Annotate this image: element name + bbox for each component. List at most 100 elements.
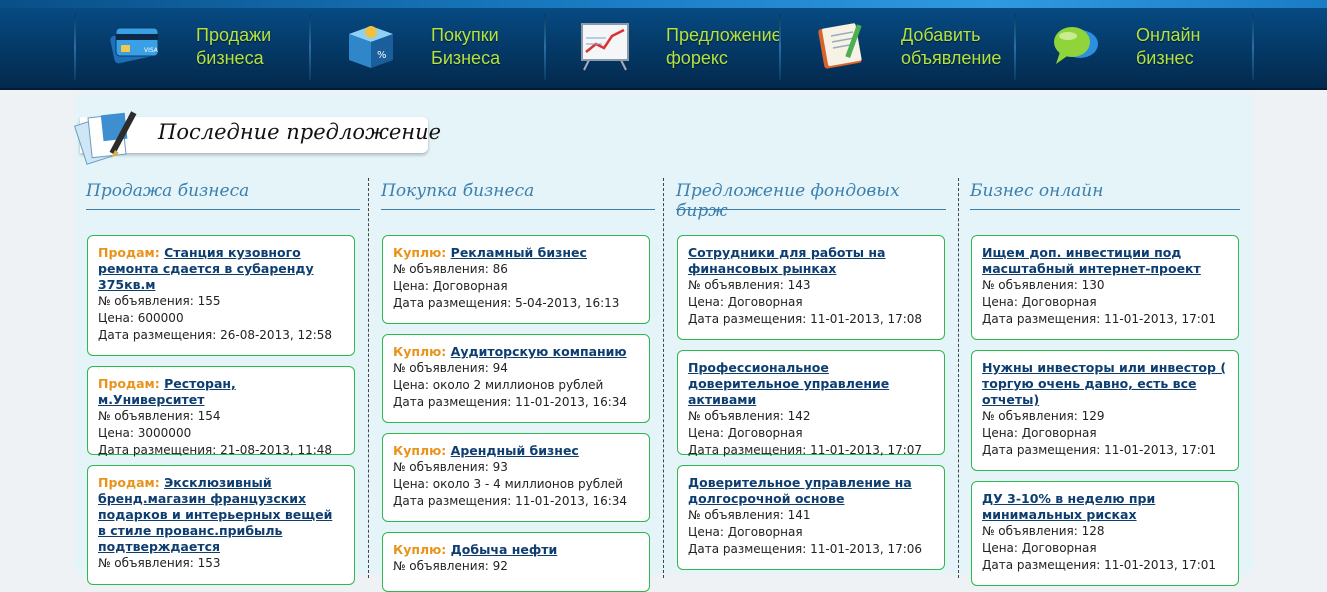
notebook-icon bbox=[818, 23, 862, 69]
listing-number: 142 bbox=[787, 409, 811, 423]
listing-link[interactable]: Профессиональное доверительное управлени… bbox=[688, 360, 889, 407]
listing-link[interactable]: Сотрудники для работы на финансовых рынк… bbox=[688, 245, 886, 276]
number-label: № объявления: bbox=[688, 278, 788, 292]
listing-number: 141 bbox=[787, 508, 811, 522]
price-label: Цена: bbox=[393, 477, 433, 491]
date-label: Дата размещения: bbox=[982, 443, 1105, 457]
date-label: Дата размещения: bbox=[982, 558, 1105, 572]
listing-card: Куплю: Арендный бизнес № объявления: 93 … bbox=[382, 433, 650, 522]
section-title: Последние предложение bbox=[158, 120, 442, 144]
chart-board-icon bbox=[581, 23, 629, 71]
nav-item-add-listing[interactable]: Добавить объявление bbox=[781, 8, 1015, 88]
column-separator bbox=[663, 178, 664, 578]
listing-date: 11-01-2013, 17:01 bbox=[1104, 443, 1217, 457]
listing-number: 130 bbox=[1081, 278, 1105, 292]
listing-price: Договорная bbox=[432, 279, 508, 293]
date-label: Дата размещения: bbox=[688, 312, 811, 326]
listing-price: Договорная bbox=[727, 295, 803, 309]
listing-date: 11-01-2013, 17:06 bbox=[810, 542, 923, 556]
nav-label: Продажи бизнеса bbox=[196, 25, 272, 68]
nav-separator bbox=[1252, 14, 1254, 80]
number-label: № объявления: bbox=[688, 508, 788, 522]
nav-item-sell-business[interactable]: VISA Продажи бизнеса bbox=[76, 8, 310, 88]
listing-link[interactable]: Нужны инвесторы или инвестор ( торгую оч… bbox=[982, 360, 1226, 407]
date-label: Дата размещения: bbox=[393, 395, 516, 409]
listing-number: 154 bbox=[197, 409, 221, 423]
listing-number: 143 bbox=[787, 278, 811, 292]
credit-card-icon: VISA bbox=[110, 27, 159, 64]
column-title-stock: Предложение фондовых бирж bbox=[676, 181, 946, 221]
date-label: Дата размещения: bbox=[982, 312, 1105, 326]
listing-prefix: Продам: bbox=[98, 245, 160, 260]
listing-price: 600000 bbox=[137, 311, 184, 325]
listing-number: 94 bbox=[492, 361, 508, 375]
listing-prefix: Продам: bbox=[98, 376, 160, 391]
number-label: № объявления: bbox=[393, 361, 493, 375]
listing-date: 11-01-2013, 16:34 bbox=[515, 494, 628, 508]
nav-label: Добавить объявление bbox=[901, 25, 1002, 68]
listing-card: Сотрудники для работы на финансовых рынк… bbox=[677, 235, 945, 340]
price-label: Цена: bbox=[982, 541, 1022, 555]
price-label: Цена: bbox=[393, 279, 433, 293]
listing-price: Договорная bbox=[1021, 295, 1097, 309]
number-label: № объявления: bbox=[98, 409, 198, 423]
listing-link[interactable]: Арендный бизнес bbox=[451, 443, 579, 458]
price-label: Цена: bbox=[393, 378, 433, 392]
listing-date: 11-01-2013, 17:08 bbox=[810, 312, 923, 326]
svg-text:%: % bbox=[377, 50, 387, 61]
nav-label: Онлайн бизнес bbox=[1136, 25, 1201, 68]
listing-link[interactable]: Аудиторскую компанию bbox=[451, 344, 627, 359]
number-label: № объявления: bbox=[393, 262, 493, 276]
number-label: № объявления: bbox=[98, 556, 198, 570]
listing-number: 129 bbox=[1081, 409, 1105, 423]
listing-date: 21-08-2013, 11:48 bbox=[220, 443, 333, 457]
listing-price: Договорная bbox=[727, 525, 803, 539]
top-strip bbox=[0, 0, 1327, 8]
listing-link[interactable]: ДУ 3-10% в неделю при минимальных рисках bbox=[982, 491, 1155, 522]
number-label: № объявления: bbox=[393, 460, 493, 474]
number-label: № объявления: bbox=[98, 294, 198, 308]
price-label: Цена: bbox=[688, 426, 728, 440]
listing-prefix: Куплю: bbox=[393, 344, 447, 359]
listing-link[interactable]: Добыча нефти bbox=[451, 542, 558, 557]
number-label: № объявления: bbox=[982, 524, 1082, 538]
date-label: Дата размещения: bbox=[98, 443, 221, 457]
price-label: Цена: bbox=[688, 525, 728, 539]
listing-prefix: Куплю: bbox=[393, 542, 447, 557]
listing-link[interactable]: Доверительное управление на долгосрочной… bbox=[688, 475, 912, 506]
nav-item-online-business[interactable]: Онлайн бизнес bbox=[1016, 8, 1250, 88]
listing-price: около 3 - 4 миллионов рублей bbox=[432, 477, 623, 491]
listing-card: Ищем доп. инвестиции под масштабный инте… bbox=[971, 235, 1239, 340]
listing-prefix: Куплю: bbox=[393, 245, 447, 260]
listing-date: 11-01-2013, 17:07 bbox=[810, 443, 923, 457]
date-label: Дата размещения: bbox=[688, 443, 811, 457]
listing-card: Нужны инвесторы или инвестор ( торгую оч… bbox=[971, 350, 1239, 471]
listing-price: Договорная bbox=[1021, 426, 1097, 440]
listing-number: 93 bbox=[492, 460, 508, 474]
pen-and-papers-icon bbox=[74, 111, 137, 165]
listing-number: 128 bbox=[1081, 524, 1105, 538]
listing-date: 11-01-2013, 17:01 bbox=[1104, 312, 1217, 326]
shopping-box-icon: % bbox=[349, 26, 393, 68]
listing-price: Договорная bbox=[1021, 541, 1097, 555]
listing-prefix: Продам: bbox=[98, 475, 160, 490]
listing-number: 155 bbox=[197, 294, 221, 308]
listing-link[interactable]: Ищем доп. инвестиции под масштабный инте… bbox=[982, 245, 1201, 276]
listing-prefix: Куплю: bbox=[393, 443, 447, 458]
listing-card: Продам: Эксклюзивный бренд.магазин франц… bbox=[87, 465, 355, 585]
listing-date: 5-04-2013, 16:13 bbox=[515, 296, 620, 310]
nav-item-forex[interactable]: Предложение форекс bbox=[546, 8, 782, 88]
price-label: Цена: bbox=[98, 311, 138, 325]
listing-link[interactable]: Рекламный бизнес bbox=[451, 245, 587, 260]
nav-item-buy-business[interactable]: % Покупки Бизнеса bbox=[311, 8, 545, 88]
listing-card: Профессиональное доверительное управлени… bbox=[677, 350, 945, 457]
listing-date: 26-08-2013, 12:58 bbox=[220, 328, 333, 342]
listing-card: Куплю: Рекламный бизнес № объявления: 86… bbox=[382, 235, 650, 324]
column-title-buy: Покупка бизнеса bbox=[381, 181, 655, 210]
chat-bubble-icon bbox=[1054, 27, 1098, 64]
column-title-online: Бизнес онлайн bbox=[970, 181, 1240, 210]
listing-date: 11-01-2013, 16:34 bbox=[515, 395, 628, 409]
listing-card: Куплю: Добыча нефти № объявления: 92 bbox=[382, 532, 650, 592]
date-label: Дата размещения: bbox=[688, 542, 811, 556]
listing-card: Продам: Ресторан, м.Университет № объявл… bbox=[87, 366, 355, 457]
